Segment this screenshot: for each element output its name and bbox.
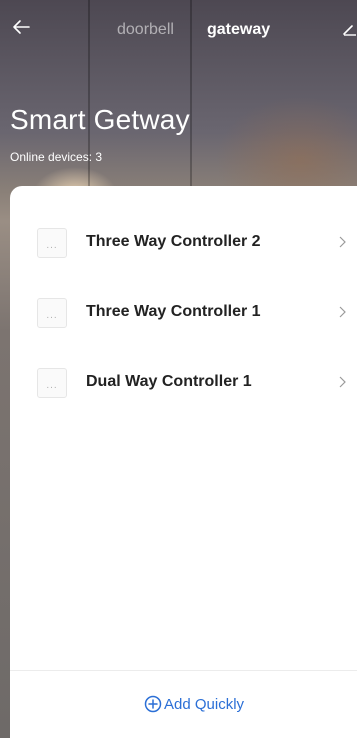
online-devices-count: Online devices: 3 xyxy=(10,150,103,164)
switch-panel-icon: ... xyxy=(37,228,67,258)
device-list: ... Three Way Controller 2 ... Three Way… xyxy=(10,206,357,416)
device-name: Three Way Controller 2 xyxy=(86,233,261,250)
device-row-three-way-controller-2[interactable]: ... Three Way Controller 2 xyxy=(10,206,357,276)
screen: doorbell gateway Smart Getway Online dev… xyxy=(0,0,357,738)
device-name: Dual Way Controller 1 xyxy=(86,373,252,390)
tab-gateway[interactable]: gateway xyxy=(207,21,270,39)
chevron-right-icon xyxy=(339,236,346,248)
device-row-dual-way-controller-1[interactable]: ... Dual Way Controller 1 xyxy=(10,346,357,416)
add-quickly-label: Add Quickly xyxy=(164,695,245,713)
device-row-three-way-controller-1[interactable]: ... Three Way Controller 1 xyxy=(10,276,357,346)
tab-doorbell[interactable]: doorbell xyxy=(117,21,174,39)
footer-divider xyxy=(10,670,357,671)
switch-panel-icon: ... xyxy=(37,298,67,328)
plus-circle-icon xyxy=(144,695,162,713)
pencil-icon[interactable] xyxy=(342,20,357,36)
chevron-right-icon xyxy=(339,376,346,388)
add-quickly-button[interactable]: Add Quickly xyxy=(144,693,244,715)
page-title: Smart Getway xyxy=(10,104,190,135)
chevron-right-icon xyxy=(339,306,346,318)
device-name: Three Way Controller 1 xyxy=(86,303,261,320)
top-bar: doorbell gateway xyxy=(0,0,357,62)
device-panel: ... Three Way Controller 2 ... Three Way… xyxy=(10,186,357,738)
arrow-left-icon[interactable] xyxy=(10,16,32,38)
switch-panel-icon: ... xyxy=(37,368,67,398)
